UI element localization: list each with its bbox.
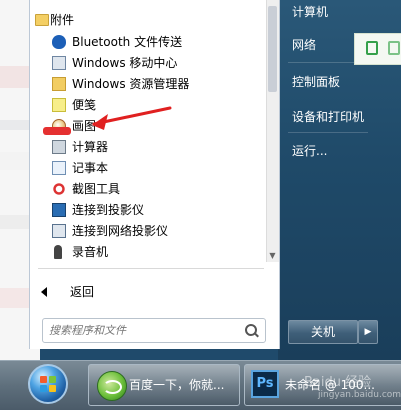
right-separator [288,132,368,133]
projector-icon [52,203,66,217]
gadget-widget[interactable] [354,33,401,65]
start-menu-programs-panel: 附件 Bluetooth 文件传送 Windows 移动中心 Windows 资… [29,0,280,349]
scroll-down-arrow-icon[interactable]: ▼ [268,251,277,260]
photoshop-icon: Ps [251,370,279,398]
folder-icon [35,14,49,26]
right-item-devices-printers[interactable]: 设备和打印机 [292,108,364,125]
list-item-sound-recorder[interactable]: 录音机 [30,242,266,263]
start-button[interactable] [28,364,68,404]
explorer-folder-icon [52,77,66,91]
list-item-label: Windows 资源管理器 [72,77,190,91]
notepad-icon [52,161,66,175]
desktop: 计算机 网络 控制面板 设备和打印机 运行... 关机 ▶ 附件 Bluetoo… [0,0,401,410]
taskbar-button-label: 百度一下，你就... [129,378,225,392]
ie-browser-icon [97,371,127,401]
bluetooth-icon [52,35,66,49]
list-item-network-projector[interactable]: 连接到网络投影仪 [30,221,266,242]
network-projector-icon [52,224,66,238]
shutdown-options-button[interactable]: ▶ [358,320,378,344]
list-item-label: 计算器 [72,140,109,154]
watermark: Baidu 经验 [304,375,372,390]
right-item-network[interactable]: 网络 [292,36,316,53]
back-button[interactable]: 返回 [30,281,266,303]
list-item-label: 连接到网络投影仪 [72,224,169,238]
list-item-connect-projector[interactable]: 连接到投影仪 [30,200,266,221]
divider [38,268,264,269]
scissors-icon [52,182,66,196]
list-item-label: Bluetooth 文件传送 [72,35,183,49]
programs-scrollbar[interactable]: ▼ [266,0,279,262]
right-item-control-panel[interactable]: 控制面板 [292,73,340,90]
list-item-bluetooth[interactable]: Bluetooth 文件传送 [30,32,266,53]
list-item-label: Windows 移动中心 [72,56,178,70]
list-item-snipping-tool[interactable]: 截图工具 [30,179,266,200]
sticky-note-icon [52,98,66,112]
list-item-label: 截图工具 [72,182,121,196]
shutdown-button[interactable]: 关机 [288,320,358,344]
search-icon[interactable] [245,324,257,336]
list-item-label: 连接到投影仪 [72,203,145,217]
list-item-mobility-center[interactable]: Windows 移动中心 [30,53,266,74]
back-label: 返回 [70,285,95,299]
list-item-notepad[interactable]: 记事本 [30,158,266,179]
right-item-run[interactable]: 运行... [292,142,327,159]
phone-icon [388,41,400,55]
list-item-label: 画图 [72,119,97,133]
mobility-center-icon [52,56,66,70]
scrollbar-thumb[interactable] [268,6,277,92]
list-item-label: 附件 [50,13,75,27]
search-box[interactable] [42,318,266,343]
list-item-label: 记事本 [72,161,109,175]
microphone-icon [54,245,62,259]
calculator-icon [52,140,66,154]
highlight-bar [43,127,71,135]
taskbar-button-browser[interactable]: 百度一下，你就... [88,364,240,406]
search-input[interactable] [49,321,239,339]
watermark-url: jingyan.baidu.com [318,390,401,400]
list-item-sticky-notes[interactable]: 便笺 [30,95,266,116]
phone-icon [366,41,378,55]
back-arrow-icon [41,287,47,297]
list-item-explorer[interactable]: Windows 资源管理器 [30,74,266,95]
list-item-accessories-folder[interactable]: 附件 [30,10,266,31]
right-item-computer[interactable]: 计算机 [292,3,328,20]
list-item-label: 便笺 [72,98,97,112]
list-item-calculator[interactable]: 计算器 [30,137,266,158]
list-item-label: 录音机 [72,245,109,259]
windows-logo-icon [40,376,56,392]
